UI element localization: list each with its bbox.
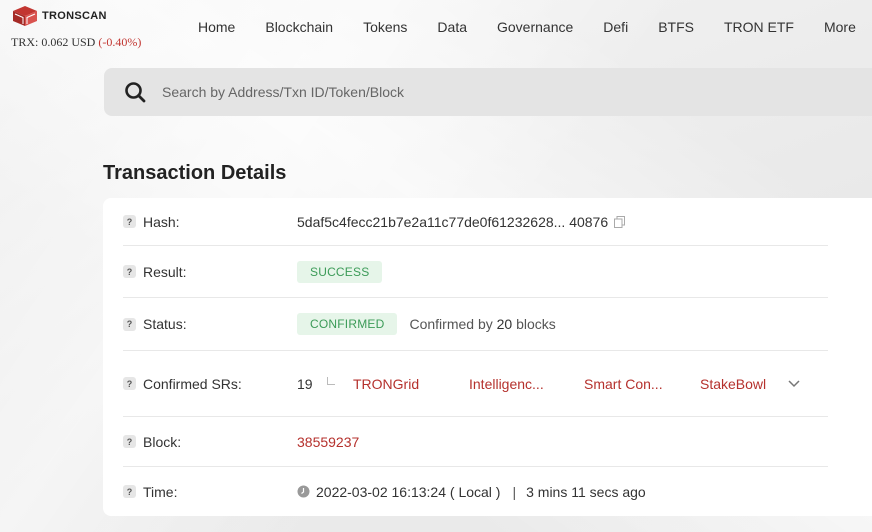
time-label: ? Time:: [123, 484, 297, 500]
logo-text: TRONSCAN: [42, 10, 107, 22]
block-value-wrap: 38559237: [297, 434, 359, 450]
search-bar: [104, 68, 872, 116]
block-label: ? Block:: [123, 434, 297, 450]
nav-blockchain[interactable]: Blockchain: [265, 19, 333, 35]
nav-tokens[interactable]: Tokens: [363, 19, 407, 35]
tree-corner-icon: [327, 376, 335, 385]
hash-value: 5daf5c4fecc21b7e2a11c77de0f61232628... 4…: [297, 213, 609, 230]
hash-value-wrap: 5daf5c4fecc21b7e2a11c77de0f61232628... 4…: [297, 213, 626, 230]
status-label-text: Status:: [143, 316, 187, 332]
result-badge: SUCCESS: [297, 260, 383, 283]
detail-row-result: ? Result: SUCCESS: [123, 246, 828, 298]
timestamp: 2022-03-02 16:13:24 ( Local ): [316, 483, 501, 500]
copy-icon[interactable]: [614, 215, 626, 228]
status-value-wrap: CONFIRMED Confirmed by 20 blocks: [297, 313, 556, 335]
hash-label: ? Hash:: [123, 214, 297, 230]
confirmed-prefix: Confirmed by: [409, 316, 493, 332]
result-value-wrap: SUCCESS: [297, 260, 383, 283]
nav-defi[interactable]: Defi: [603, 19, 628, 35]
help-icon[interactable]: ?: [123, 215, 136, 228]
tronscan-logo-icon: [13, 6, 37, 26]
result-label-text: Result:: [143, 263, 187, 280]
status-badge: CONFIRMED: [297, 313, 398, 335]
detail-row-hash: ? Hash: 5daf5c4fecc21b7e2a11c77de0f61232…: [123, 198, 828, 246]
transaction-details-card: ? Hash: 5daf5c4fecc21b7e2a11c77de0f61232…: [103, 198, 872, 516]
confirmed-count: 20: [496, 316, 513, 332]
srs-label: ? Confirmed SRs:: [123, 376, 297, 392]
time-label-text: Time:: [143, 483, 178, 500]
sr-link-trongrid[interactable]: TRONGrid: [353, 376, 469, 392]
sr-link-smart-con[interactable]: Smart Con...: [584, 376, 700, 392]
header: TRONSCAN TRX: 0.062 USD (-0.40%) Home Bl…: [0, 0, 872, 60]
sr-link-stakebowl[interactable]: StakeBowl: [700, 376, 766, 392]
help-icon[interactable]: ?: [123, 485, 136, 498]
detail-row-status: ? Status: CONFIRMED Confirmed by 20 bloc…: [123, 298, 828, 351]
time-value-wrap: 2022-03-02 16:13:24 ( Local ) | 3 mins 1…: [297, 484, 646, 500]
detail-row-block: ? Block: 38559237: [123, 417, 828, 467]
trx-price-change: (-0.40%): [98, 35, 142, 49]
time-separator: |: [512, 483, 517, 500]
search-input[interactable]: [162, 84, 662, 100]
logo[interactable]: TRONSCAN: [12, 5, 107, 27]
srs-list: 19 TRONGrid Intelligenc... Smart Con... …: [297, 376, 800, 392]
clock-icon: [297, 485, 310, 498]
hash-label-text: Hash:: [143, 213, 180, 230]
nav-data[interactable]: Data: [437, 19, 467, 35]
detail-row-confirmed-srs: ? Confirmed SRs: 19 TRONGrid Intelligenc…: [123, 351, 828, 417]
block-label-text: Block:: [143, 433, 182, 450]
help-icon[interactable]: ?: [123, 435, 136, 448]
page-title: Transaction Details: [103, 162, 287, 184]
block-link[interactable]: 38559237: [297, 434, 359, 450]
srs-count: 19: [297, 375, 313, 392]
status-label: ? Status:: [123, 316, 297, 332]
nav-tron-etf[interactable]: TRON ETF: [724, 19, 794, 35]
trx-price: TRX: 0.062 USD (-0.40%): [11, 35, 141, 50]
confirmed-suffix: blocks: [516, 316, 556, 332]
result-label: ? Result:: [123, 264, 297, 280]
chevron-down-icon[interactable]: [788, 379, 800, 388]
nav-more[interactable]: More: [824, 19, 856, 35]
nav-home[interactable]: Home: [198, 19, 235, 35]
detail-row-time: ? Time: 2022-03-02 16:13:24 ( Local ) | …: [123, 467, 828, 516]
search-icon[interactable]: [124, 81, 146, 103]
confirmed-blocks-text: Confirmed by 20 blocks: [409, 316, 555, 332]
sr-link-intelligence[interactable]: Intelligenc...: [469, 376, 584, 392]
srs-label-text: Confirmed SRs:: [143, 375, 242, 392]
main-nav: Home Blockchain Tokens Data Governance D…: [198, 19, 856, 35]
help-icon[interactable]: ?: [123, 317, 136, 331]
trx-price-value: TRX: 0.062 USD: [11, 35, 96, 49]
nav-governance[interactable]: Governance: [497, 19, 573, 35]
time-ago: 3 mins 11 secs ago: [526, 483, 646, 500]
help-icon[interactable]: ?: [123, 265, 136, 278]
help-icon[interactable]: ?: [123, 377, 136, 390]
nav-btfs[interactable]: BTFS: [658, 19, 694, 35]
